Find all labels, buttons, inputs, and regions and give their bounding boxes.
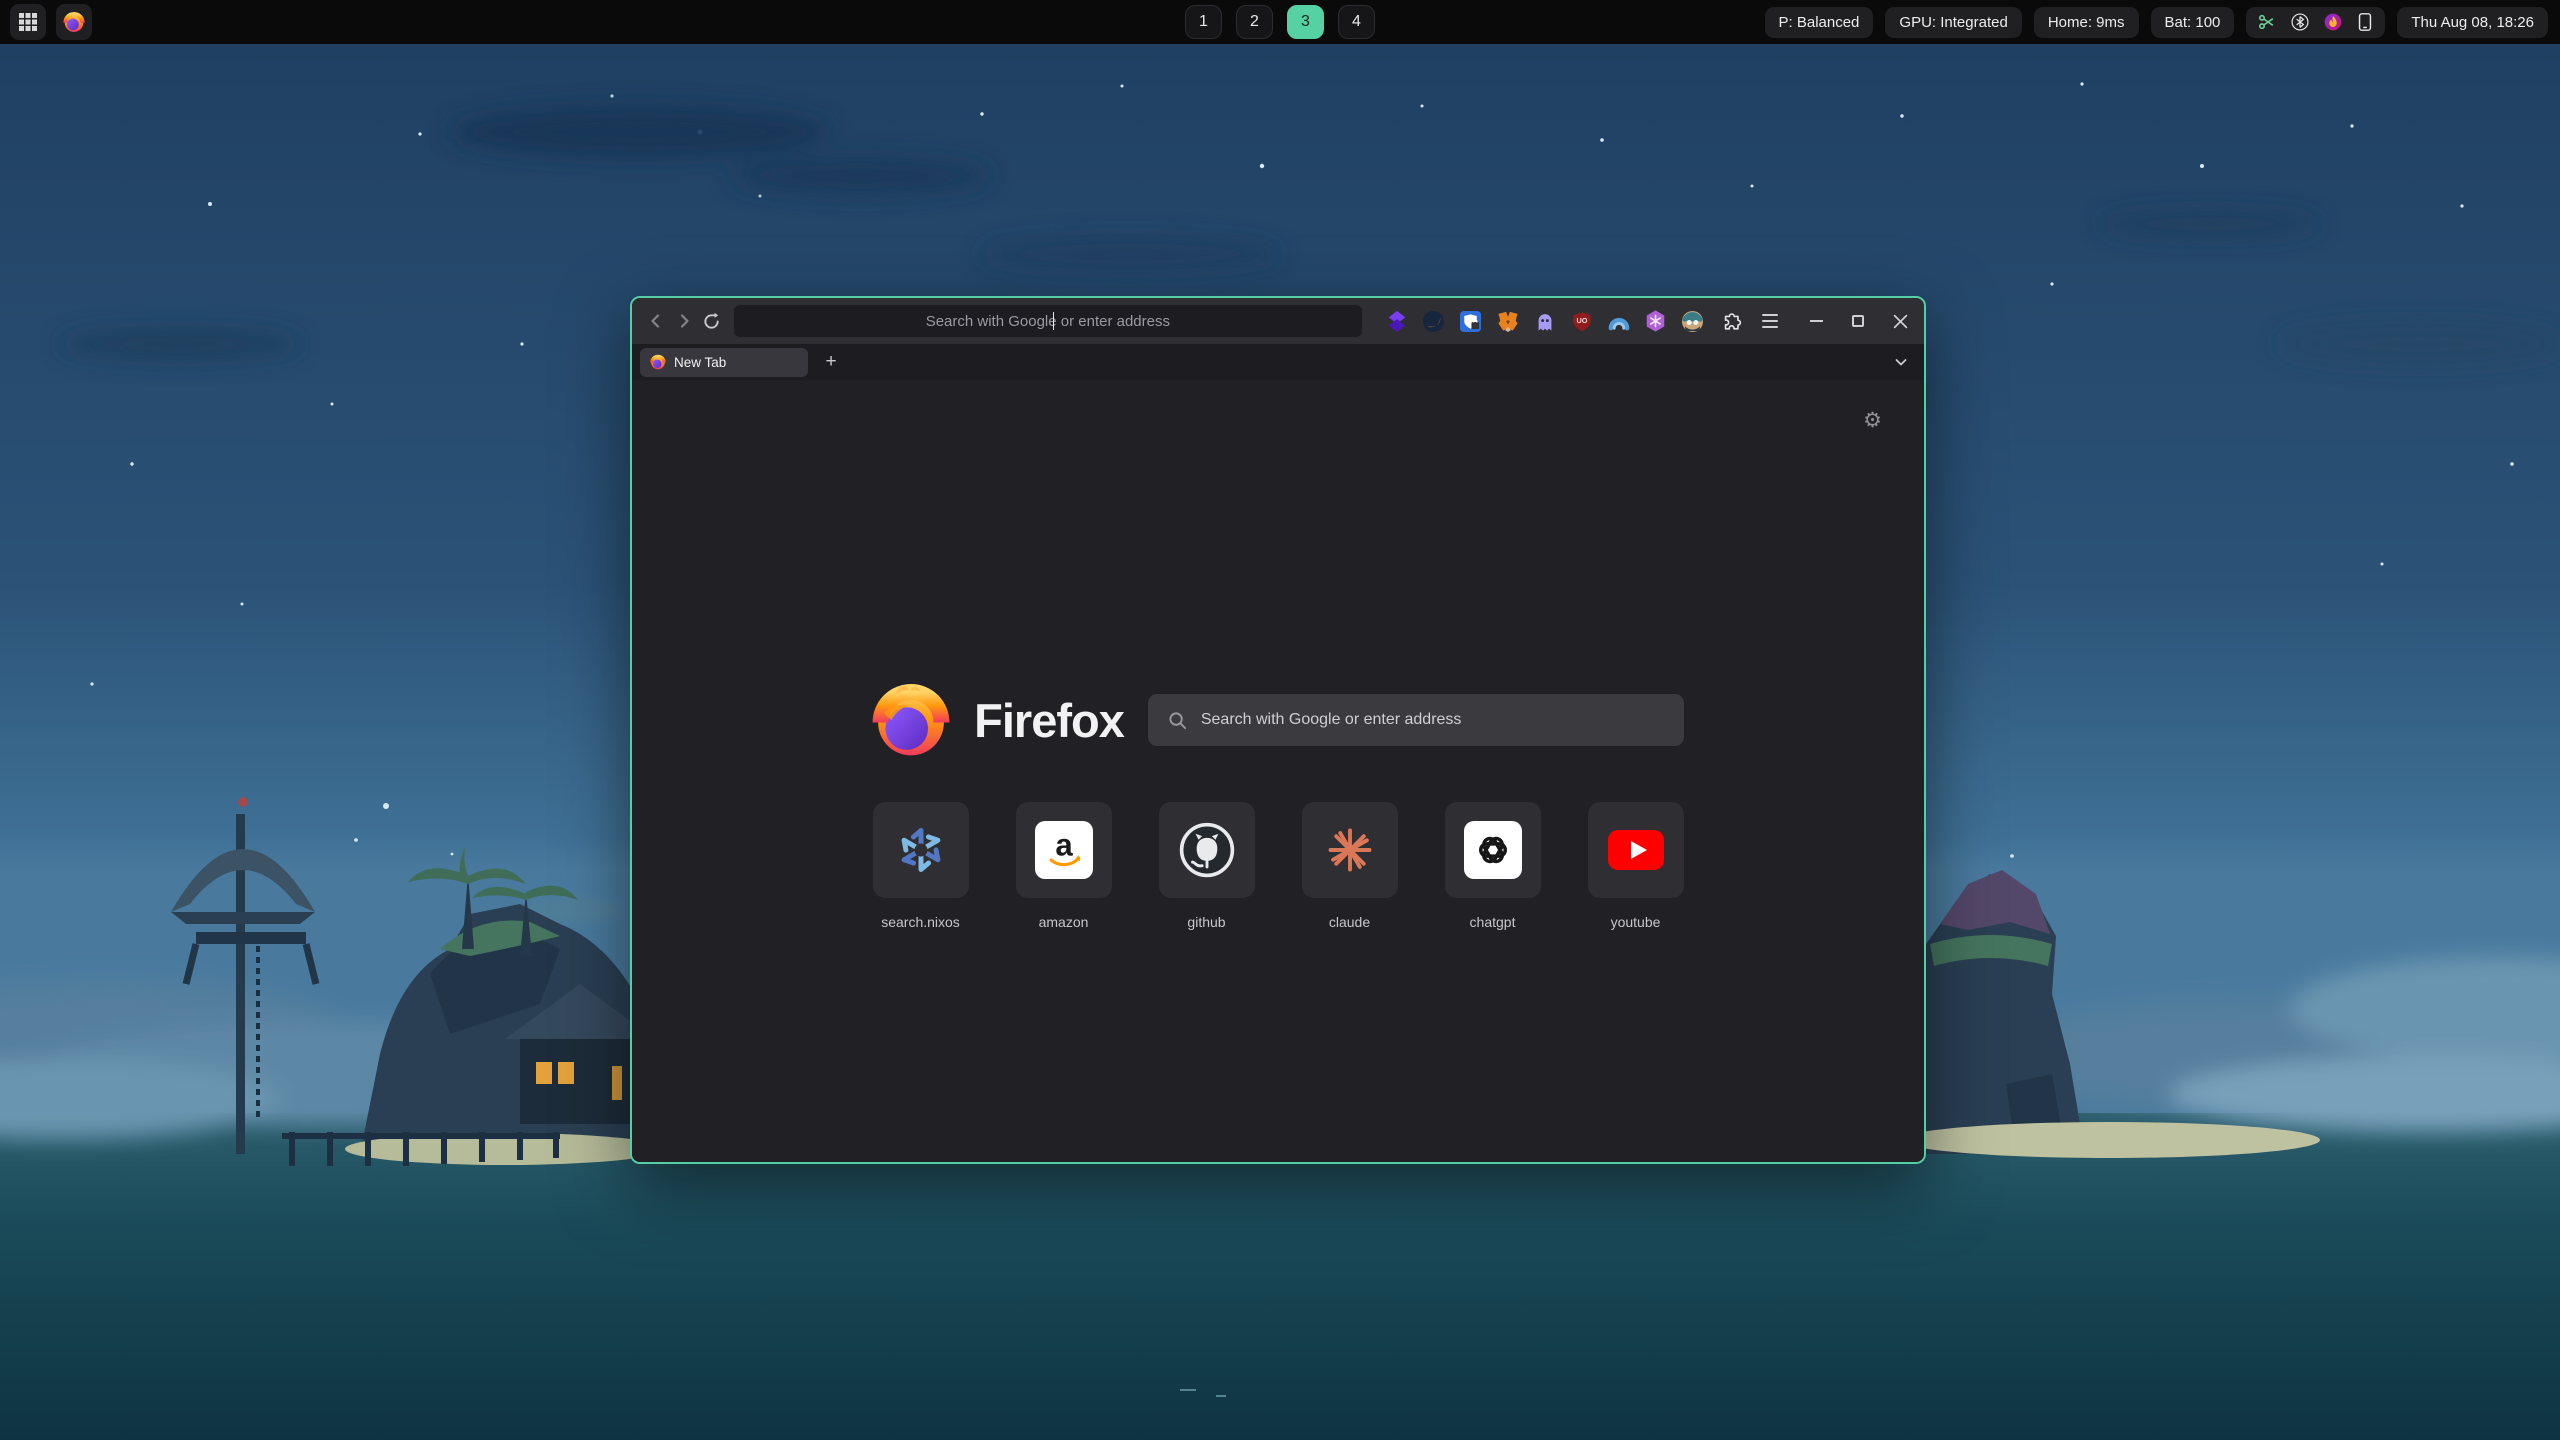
forward-button[interactable] xyxy=(670,306,698,336)
hamburger-menu-button[interactable] xyxy=(1756,306,1784,336)
shortcut-label: chatgpt xyxy=(1470,914,1516,930)
firefox-launcher-button[interactable] xyxy=(56,4,92,40)
flame-icon[interactable] xyxy=(2323,12,2343,32)
browser-toolbar: Search with Google or enter address xyxy=(632,298,1924,344)
url-bar[interactable]: Search with Google or enter address xyxy=(734,305,1362,337)
claude-starburst-icon xyxy=(1324,824,1376,876)
svg-text:UO: UO xyxy=(1576,315,1587,324)
extension-bitwarden-icon[interactable] xyxy=(1458,308,1484,334)
reload-button[interactable] xyxy=(698,306,726,336)
firefox-wordmark: Firefox xyxy=(974,693,1124,748)
nixos-snowflake-icon xyxy=(895,824,947,876)
newtab-search-field[interactable]: Search with Google or enter address xyxy=(1148,694,1684,746)
github-octocat-icon xyxy=(1178,821,1236,879)
shortcut-claude[interactable]: claude xyxy=(1302,802,1398,930)
tab-bar: New Tab + xyxy=(632,344,1924,380)
extensions-puzzle-button[interactable] xyxy=(1720,308,1744,334)
extension-toolbar: UO xyxy=(1384,308,1706,334)
workspace-switcher: 1 2 3 4 xyxy=(1185,5,1375,39)
phone-icon[interactable] xyxy=(2356,12,2374,32)
workspace-4[interactable]: 4 xyxy=(1338,5,1375,39)
newtab-search-placeholder: Search with Google or enter address xyxy=(1201,711,1462,729)
system-tray xyxy=(2246,7,2385,38)
back-button[interactable] xyxy=(642,306,670,336)
search-icon xyxy=(1168,711,1187,730)
app-launcher-button[interactable] xyxy=(10,4,46,40)
new-tab-page: ⚙ Firefox Search with Google or enter ad… xyxy=(632,380,1924,1162)
window-controls xyxy=(1802,307,1914,335)
scissors-icon[interactable] xyxy=(2257,12,2277,32)
maximize-button[interactable] xyxy=(1844,307,1872,335)
extension-ghostery-icon[interactable] xyxy=(1532,308,1558,334)
workspace-3-active[interactable]: 3 xyxy=(1287,5,1324,39)
workspace-2[interactable]: 2 xyxy=(1236,5,1273,39)
bluetooth-icon[interactable] xyxy=(2290,12,2310,32)
svg-text:a: a xyxy=(1055,828,1073,863)
shortcut-youtube[interactable]: youtube xyxy=(1588,802,1684,930)
ping-status: Home: 9ms xyxy=(2034,7,2139,38)
shortcut-label: amazon xyxy=(1039,914,1089,930)
shortcut-amazon[interactable]: a amazon xyxy=(1016,802,1112,930)
tab-title: New Tab xyxy=(674,355,726,370)
tab-favicon-firefox xyxy=(650,354,666,370)
gpu-status: GPU: Integrated xyxy=(1885,7,2021,38)
firefox-icon xyxy=(63,11,85,33)
shortcut-label: claude xyxy=(1329,914,1370,930)
firefox-window: Search with Google or enter address xyxy=(630,296,1926,1164)
youtube-play-icon xyxy=(1607,828,1665,872)
amazon-icon: a xyxy=(1035,821,1093,879)
shortcut-github[interactable]: github xyxy=(1159,802,1255,930)
power-profile-status: P: Balanced xyxy=(1765,7,1874,38)
firefox-logo xyxy=(872,681,950,759)
extension-avatar-icon[interactable] xyxy=(1680,308,1706,334)
close-button[interactable] xyxy=(1886,307,1914,335)
newtab-hero: Firefox Search with Google or enter addr… xyxy=(632,682,1924,758)
shortcut-label: search.nixos xyxy=(881,914,960,930)
shortcut-tiles: search.nixos a amazon xyxy=(632,802,1924,930)
app-grid-icon xyxy=(19,13,37,31)
newtab-settings-gear-icon[interactable]: ⚙ xyxy=(1863,408,1882,432)
shortcut-chatgpt[interactable]: chatgpt xyxy=(1445,802,1541,930)
new-tab-button[interactable]: + xyxy=(816,348,846,377)
extension-metamask-icon[interactable] xyxy=(1495,308,1521,334)
extension-gem-icon[interactable] xyxy=(1384,308,1410,334)
shortcut-label: github xyxy=(1187,914,1225,930)
battery-status: Bat: 100 xyxy=(2151,7,2235,38)
list-tabs-chevron-icon[interactable] xyxy=(1886,354,1916,370)
minimize-button[interactable] xyxy=(1802,307,1830,335)
clock: Thu Aug 08, 18:26 xyxy=(2397,7,2548,38)
shortcut-label: youtube xyxy=(1611,914,1661,930)
urlbar-placeholder: Search with Google or enter address xyxy=(926,313,1170,330)
extension-arc-icon[interactable] xyxy=(1606,308,1632,334)
shortcut-search-nixos[interactable]: search.nixos xyxy=(873,802,969,930)
tab-new-tab[interactable]: New Tab xyxy=(640,348,808,377)
extension-ublock-icon[interactable]: UO xyxy=(1569,308,1595,334)
openai-knot-icon xyxy=(1464,821,1522,879)
extension-hexflake-icon[interactable] xyxy=(1643,308,1669,334)
extension-swoosh-icon[interactable] xyxy=(1421,308,1447,334)
text-caret xyxy=(1053,312,1055,330)
workspace-1[interactable]: 1 xyxy=(1185,5,1222,39)
top-status-bar: 1 2 3 4 P: Balanced GPU: Integrated Home… xyxy=(0,0,2560,44)
